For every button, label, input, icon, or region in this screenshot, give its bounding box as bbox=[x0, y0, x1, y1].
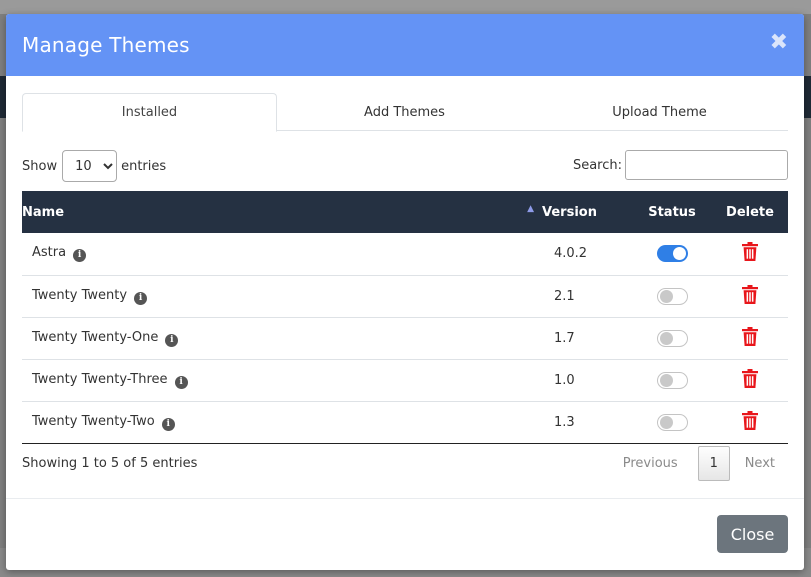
entries-length: Show 102550100 entries bbox=[22, 150, 166, 182]
theme-name: Astra bbox=[32, 245, 67, 261]
table-controls: Show 102550100 entries Search: bbox=[22, 150, 788, 182]
modal-header: Manage Themes ✖ bbox=[6, 14, 804, 76]
column-header-version[interactable]: Version bbox=[542, 191, 632, 233]
entries-select[interactable]: 102550100 bbox=[62, 150, 118, 182]
theme-rows: Astra i 4.0.2 Twenty Twenty i 2.1 Twenty Twent… bbox=[22, 233, 788, 443]
column-header-delete[interactable]: Delete bbox=[712, 191, 788, 233]
table-row: Twenty Twenty-Two i 1.3 bbox=[22, 401, 788, 443]
page-1-button[interactable]: 1 bbox=[697, 446, 730, 481]
theme-name: Twenty Twenty-Three bbox=[32, 371, 168, 387]
status-toggle[interactable] bbox=[656, 371, 688, 389]
theme-name-cell: Twenty Twenty-Two i bbox=[22, 401, 542, 443]
manage-themes-modal: Manage Themes ✖ Installed Add Themes Upl… bbox=[6, 14, 804, 570]
column-header-name[interactable]: Name ▲ bbox=[22, 191, 542, 233]
theme-delete-cell bbox=[712, 401, 788, 443]
info-circle-icon[interactable]: i bbox=[174, 375, 188, 389]
toggle-knob bbox=[659, 415, 673, 429]
search-box: Search: bbox=[573, 150, 788, 180]
info-circle-icon[interactable]: i bbox=[73, 249, 87, 263]
entries-label: entries bbox=[121, 158, 167, 174]
close-button[interactable]: Close bbox=[717, 515, 788, 553]
toggle-knob bbox=[659, 289, 673, 303]
toggle-knob bbox=[672, 247, 686, 261]
column-header-status[interactable]: Status bbox=[632, 191, 712, 233]
theme-status-cell bbox=[632, 359, 712, 401]
theme-version: 1.7 bbox=[554, 330, 575, 346]
table-info: Showing 1 to 5 of 5 entries bbox=[22, 456, 198, 471]
theme-status-cell bbox=[632, 275, 712, 317]
previous-button[interactable]: Previous bbox=[623, 456, 678, 471]
sort-asc-icon: ▲ bbox=[527, 204, 534, 214]
theme-version: 2.1 bbox=[554, 288, 575, 304]
backdrop-top bbox=[0, 0, 811, 14]
theme-version: 1.0 bbox=[554, 372, 575, 388]
theme-name: Twenty Twenty-One bbox=[32, 329, 159, 345]
status-toggle[interactable] bbox=[656, 245, 688, 263]
theme-version: 4.0.2 bbox=[554, 246, 588, 262]
info-circle-icon[interactable]: i bbox=[134, 291, 148, 305]
toggle-knob bbox=[659, 373, 673, 387]
column-header-name-label: Name bbox=[22, 204, 65, 220]
table-row: Twenty Twenty i 2.1 bbox=[22, 275, 788, 317]
theme-name: Twenty Twenty bbox=[32, 287, 128, 303]
search-label: Search: bbox=[572, 157, 622, 173]
theme-status-cell bbox=[632, 233, 712, 275]
trash-icon[interactable] bbox=[742, 410, 758, 434]
trash-icon[interactable] bbox=[742, 326, 758, 350]
tab-installed[interactable]: Installed bbox=[22, 93, 277, 132]
theme-tabs: Installed Add Themes Upload Theme bbox=[22, 93, 788, 132]
trash-icon[interactable] bbox=[742, 242, 758, 265]
modal-footer: Close bbox=[6, 498, 804, 570]
theme-delete-cell bbox=[712, 359, 788, 401]
info-circle-icon[interactable]: i bbox=[165, 333, 179, 347]
theme-name-cell: Twenty Twenty i bbox=[22, 275, 542, 317]
table-row: Twenty Twenty-One i 1.7 bbox=[22, 317, 788, 359]
search-input[interactable] bbox=[625, 150, 788, 180]
pagination: Previous 1 Next bbox=[623, 446, 788, 481]
trash-icon[interactable] bbox=[742, 368, 758, 392]
status-toggle[interactable] bbox=[656, 287, 688, 305]
next-button[interactable]: Next bbox=[745, 456, 775, 471]
status-toggle[interactable] bbox=[656, 329, 688, 347]
table-row: Astra i 4.0.2 bbox=[22, 233, 788, 275]
theme-name-cell: Astra i bbox=[22, 233, 542, 275]
modal-title: Manage Themes bbox=[22, 33, 190, 57]
close-icon[interactable]: ✖ bbox=[770, 32, 788, 54]
theme-name: Twenty Twenty-Two bbox=[32, 413, 155, 429]
theme-status-cell bbox=[632, 317, 712, 359]
themes-table: Name ▲ Version Status Delete Astra i 4.0.2… bbox=[22, 191, 788, 444]
info-circle-icon[interactable]: i bbox=[161, 417, 175, 431]
table-header-row: Name ▲ Version Status Delete bbox=[22, 191, 788, 233]
table-row: Twenty Twenty-Three i 1.0 bbox=[22, 359, 788, 401]
trash-icon[interactable] bbox=[742, 284, 758, 308]
theme-name-cell: Twenty Twenty-Three i bbox=[22, 359, 542, 401]
tab-add-themes[interactable]: Add Themes bbox=[277, 93, 532, 131]
theme-status-cell bbox=[632, 401, 712, 443]
toggle-knob bbox=[659, 331, 673, 345]
theme-name-cell: Twenty Twenty-One i bbox=[22, 317, 542, 359]
theme-delete-cell bbox=[712, 317, 788, 359]
theme-delete-cell bbox=[712, 275, 788, 317]
status-toggle[interactable] bbox=[656, 413, 688, 431]
theme-delete-cell bbox=[712, 233, 788, 275]
show-label: Show bbox=[22, 158, 58, 174]
tab-upload-theme[interactable]: Upload Theme bbox=[532, 93, 787, 131]
theme-version: 1.3 bbox=[554, 414, 575, 430]
